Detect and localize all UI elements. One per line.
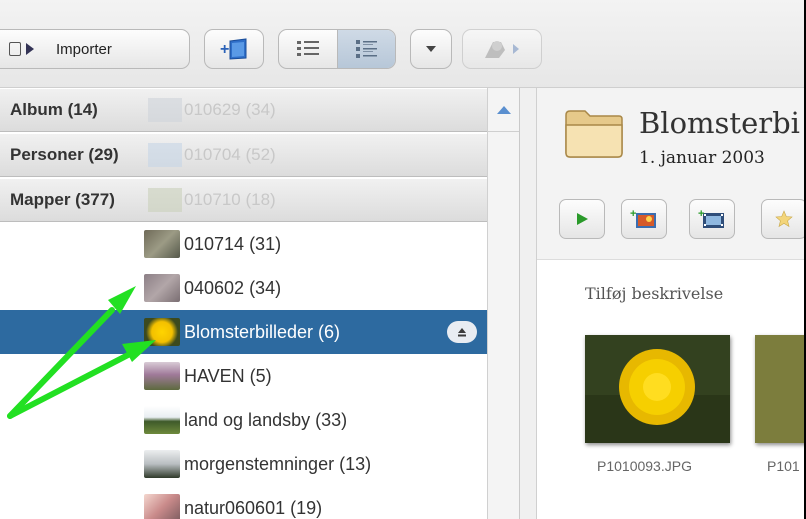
ghost-folder-label: 010704 (52) bbox=[184, 145, 276, 164]
folder-title: Blomsterbi bbox=[639, 106, 800, 140]
folder-thumbnail bbox=[148, 98, 182, 122]
photo-thumbnail[interactable] bbox=[755, 335, 804, 443]
photo-caption: P1010093.JPG bbox=[597, 458, 692, 474]
star-icon bbox=[775, 210, 793, 228]
favorite-button[interactable] bbox=[761, 199, 804, 239]
sidebar: Album (14) 010629 (34) Personer (29) 010… bbox=[0, 88, 520, 519]
folder-date: 1. januar 2003 bbox=[639, 148, 765, 168]
folder-detail-panel: Blomsterbi 1. januar 2003 + + Tilføj bes… bbox=[536, 88, 804, 519]
ghost-folder-row: 010710 (18) bbox=[148, 188, 276, 212]
slideshow-button[interactable] bbox=[559, 199, 605, 239]
scroll-up-button[interactable] bbox=[488, 88, 519, 132]
list-view-icon bbox=[297, 41, 319, 56]
folder-thumbnail bbox=[144, 450, 180, 478]
sidebar-header-personer[interactable]: Personer (29) 010704 (52) bbox=[0, 133, 488, 177]
add-movie-button[interactable]: + bbox=[689, 199, 735, 239]
folder-thumbnail bbox=[144, 406, 180, 434]
sidebar-header-label: Personer (29) bbox=[10, 145, 119, 164]
ghost-folder-row: 010629 (34) bbox=[148, 98, 276, 122]
folder-detail-header: Blomsterbi 1. januar 2003 + + bbox=[537, 88, 804, 260]
folder-icon bbox=[565, 110, 623, 158]
folder-label: 040602 (34) bbox=[184, 277, 282, 298]
folder-label: land og landsby (33) bbox=[184, 409, 348, 430]
folder-thumbnail bbox=[144, 274, 180, 302]
chevron-down-icon bbox=[426, 46, 436, 52]
folder-label: 010714 (31) bbox=[184, 233, 282, 254]
svg-text:+: + bbox=[220, 41, 229, 58]
play-arrow-icon bbox=[26, 43, 34, 55]
photo-thumbnail[interactable] bbox=[585, 335, 730, 443]
folder-thumbnail bbox=[148, 143, 182, 167]
grass-photo-image bbox=[755, 335, 804, 443]
import-button-label: Importer bbox=[56, 40, 112, 58]
share-button[interactable] bbox=[462, 29, 542, 69]
ghost-folder-label: 010629 (34) bbox=[184, 100, 276, 119]
chevron-up-icon bbox=[496, 105, 511, 114]
detail-view-icon bbox=[355, 40, 377, 58]
folder-label: natur060601 (19) bbox=[184, 497, 323, 518]
sidebar-scrollbar[interactable] bbox=[487, 88, 519, 519]
ghost-folder-row: 010704 (52) bbox=[148, 143, 276, 167]
add-album-button[interactable]: + bbox=[204, 29, 264, 69]
view-mode-segmented-control bbox=[278, 29, 396, 69]
folder-list-item[interactable]: HAVEN (5) bbox=[0, 354, 488, 398]
folder-thumbnail bbox=[148, 188, 182, 212]
folder-label: Blomsterbilleder (6) bbox=[184, 321, 341, 342]
sidebar-header-label: Mapper (377) bbox=[10, 190, 115, 209]
sidebar-header-label: Album (14) bbox=[10, 100, 98, 119]
photo-app-window: Importer + Album (14) 010629 (34) Person… bbox=[0, 0, 804, 519]
folder-thumbnail bbox=[144, 318, 180, 346]
add-photo-icon: + bbox=[630, 208, 656, 228]
folder-label: morgenstemninger (13) bbox=[184, 453, 372, 474]
folder-list-item[interactable]: morgenstemninger (13) bbox=[0, 442, 488, 486]
list-view-button[interactable] bbox=[279, 30, 337, 68]
add-photos-button[interactable]: + bbox=[621, 199, 667, 239]
folder-thumbnail bbox=[144, 494, 180, 519]
share-icon bbox=[485, 41, 519, 58]
sidebar-header-album[interactable]: Album (14) 010629 (34) bbox=[0, 88, 488, 132]
description-field[interactable]: Tilføj beskrivelse bbox=[585, 284, 723, 303]
folder-label: HAVEN (5) bbox=[184, 365, 272, 386]
folder-thumbnail bbox=[144, 362, 180, 390]
dandelion-photo-image bbox=[585, 335, 730, 443]
folder-thumbnail bbox=[144, 230, 180, 258]
svg-text:+: + bbox=[698, 208, 704, 220]
folder-list-item[interactable]: 010714 (31) bbox=[0, 222, 488, 266]
detail-view-button[interactable] bbox=[337, 30, 395, 68]
folder-list-item-selected[interactable]: Blomsterbilleder (6) bbox=[0, 310, 488, 354]
folder-list-item[interactable]: 040602 (34) bbox=[0, 266, 488, 310]
eject-icon bbox=[455, 325, 469, 339]
sidebar-header-mapper[interactable]: Mapper (377) 010710 (18) bbox=[0, 178, 488, 222]
add-movie-icon: + bbox=[698, 208, 724, 228]
import-device-icon bbox=[9, 42, 21, 56]
options-dropdown-button[interactable] bbox=[410, 29, 452, 69]
toolbar: Importer + bbox=[0, 0, 804, 88]
screenshot-frame: Importer + Album (14) 010629 (34) Person… bbox=[0, 0, 806, 519]
play-icon bbox=[577, 213, 588, 225]
import-button[interactable]: Importer bbox=[0, 29, 190, 69]
photo-caption: P101 bbox=[767, 458, 800, 474]
add-album-icon: + bbox=[220, 38, 247, 60]
svg-text:+: + bbox=[630, 208, 636, 220]
folder-list-item[interactable]: land og landsby (33) bbox=[0, 398, 488, 442]
eject-button[interactable] bbox=[447, 321, 477, 343]
ghost-folder-label: 010710 (18) bbox=[184, 190, 276, 209]
folder-list-item[interactable]: natur060601 (19) bbox=[0, 486, 488, 519]
